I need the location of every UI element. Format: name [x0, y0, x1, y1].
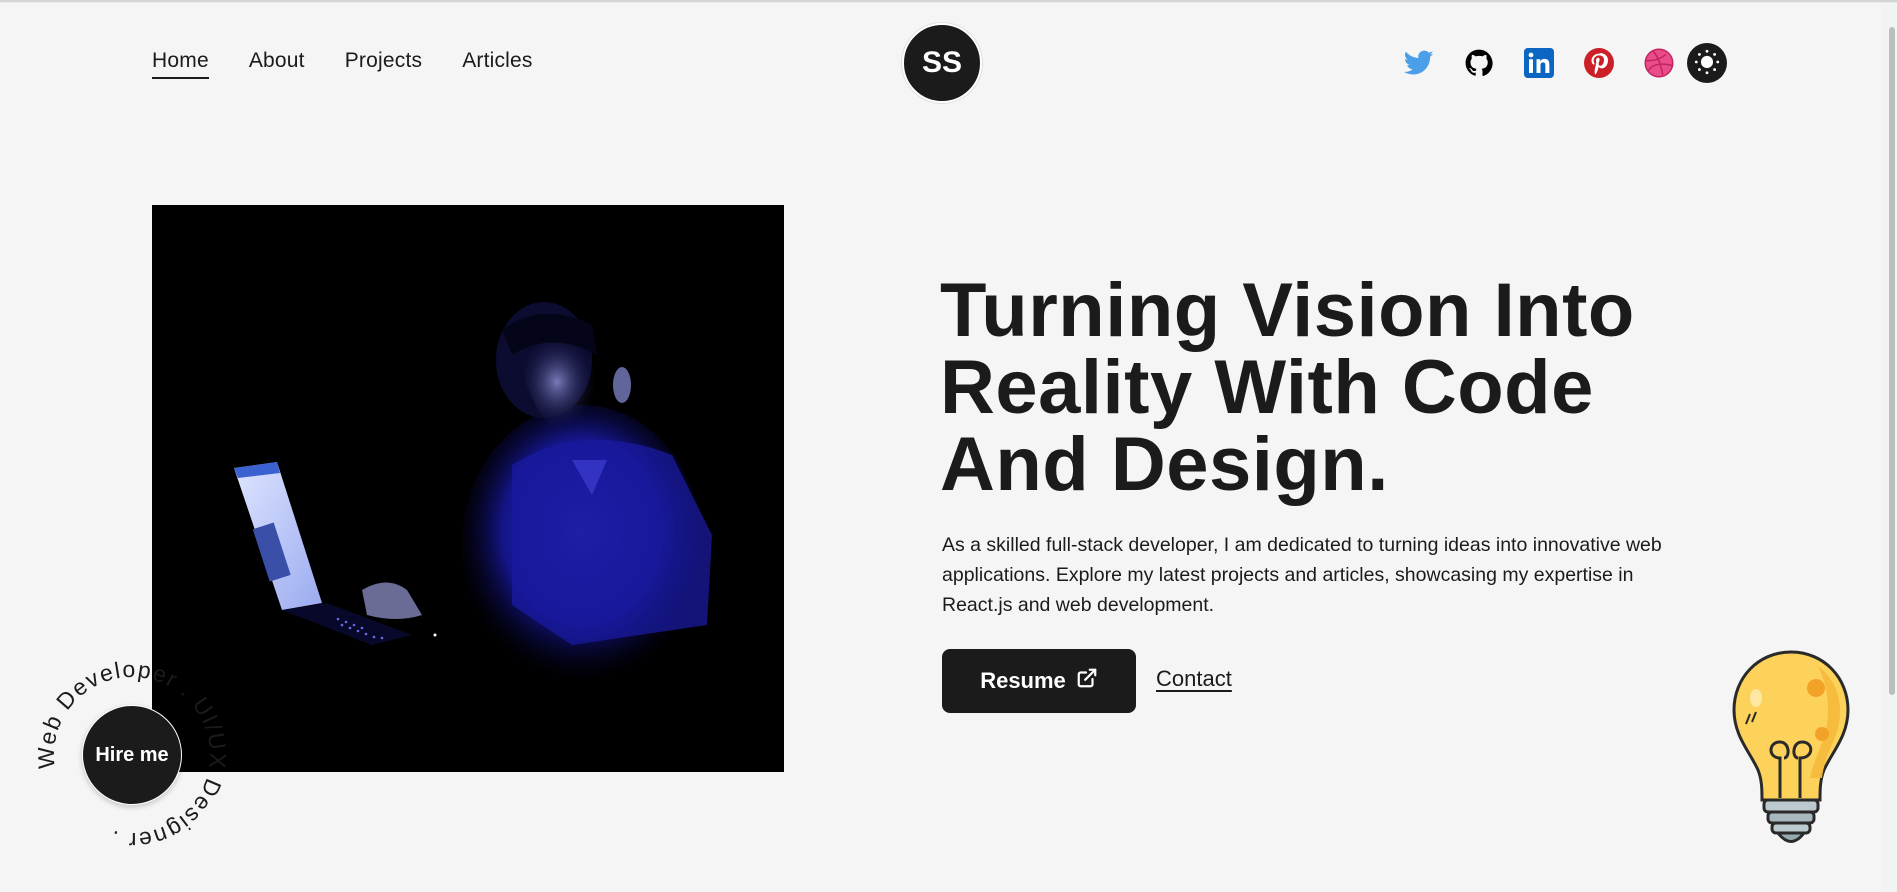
twitter-link[interactable]	[1403, 47, 1435, 79]
dribbble-icon	[1644, 48, 1674, 78]
hero-image	[152, 205, 784, 772]
external-link-icon	[1076, 667, 1098, 695]
linkedin-link[interactable]	[1523, 47, 1555, 79]
hero-title-line-2: Reality With Code	[940, 345, 1594, 430]
linkedin-icon	[1524, 48, 1554, 78]
hire-me-badge: Web Developer . UI/UX Designer . Hire me	[22, 645, 242, 865]
hero-title: Turning Vision Into Reality With Code An…	[940, 272, 1740, 503]
hero-title-line-3: And Design.	[940, 422, 1389, 507]
hero-title-line-1: Turning Vision Into	[940, 268, 1635, 353]
developer-photo	[152, 205, 784, 772]
github-link[interactable]	[1463, 47, 1495, 79]
nav-link-home[interactable]: Home	[152, 49, 209, 79]
main-nav: Home About Projects Articles	[152, 49, 573, 79]
lightbulb-illustration	[1732, 650, 1850, 843]
github-icon	[1465, 49, 1493, 77]
nav-link-articles[interactable]: Articles	[462, 49, 532, 73]
window-top-border	[0, 0, 1897, 3]
hire-me-button[interactable]: Hire me	[82, 705, 182, 805]
sun-icon	[1693, 48, 1721, 79]
twitter-icon	[1404, 50, 1434, 76]
nav-link-projects[interactable]: Projects	[345, 49, 422, 73]
social-links	[1403, 43, 1727, 83]
nav-link-about[interactable]: About	[249, 49, 305, 73]
pinterest-icon	[1584, 48, 1614, 78]
dribbble-link[interactable]	[1643, 47, 1675, 79]
resume-button-label: Resume	[980, 668, 1066, 693]
scrollbar-thumb[interactable]	[1889, 27, 1895, 695]
contact-link[interactable]: Contact	[1156, 666, 1232, 692]
pinterest-link[interactable]	[1583, 47, 1615, 79]
resume-button[interactable]: Resume	[942, 649, 1136, 713]
hero-description: As a skilled full-stack developer, I am …	[942, 534, 1662, 616]
scrollbar-track[interactable]	[1882, 3, 1897, 892]
logo[interactable]: SS	[902, 23, 982, 103]
theme-toggle-button[interactable]	[1687, 43, 1727, 83]
